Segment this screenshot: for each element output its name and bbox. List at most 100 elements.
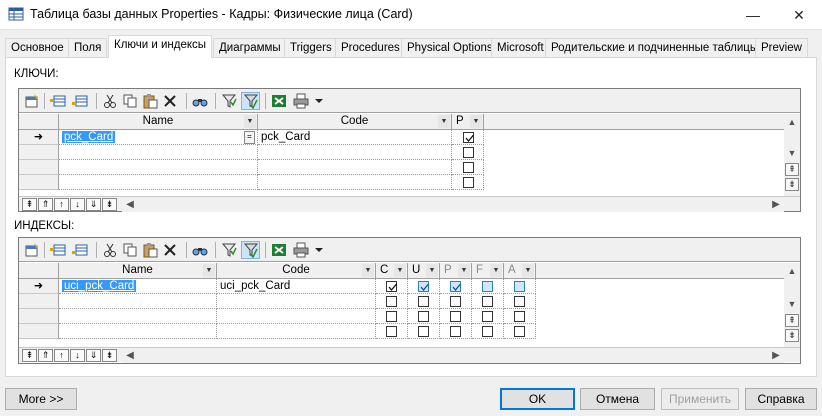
column-header-name[interactable]: Name ▼ — [59, 114, 258, 130]
apply-button[interactable]: Применить — [661, 388, 739, 410]
tab-physical-options[interactable]: Physical Options — [401, 38, 499, 57]
primary-checkbox[interactable] — [463, 147, 474, 158]
print-icon[interactable] — [293, 93, 309, 109]
column-header-code[interactable]: Code ▼ — [217, 263, 376, 279]
row-pointer-icon[interactable]: ➜ — [19, 279, 59, 294]
row-pointer-icon[interactable]: ➜ — [19, 130, 59, 145]
key-code-cell[interactable]: pck_Card — [258, 130, 452, 145]
insert-row-icon[interactable] — [72, 93, 88, 109]
help-button[interactable]: Справка — [745, 388, 817, 410]
column-header-p[interactable]: P ▼ — [440, 263, 472, 279]
column-dropdown-icon[interactable]: ▼ — [362, 264, 374, 277]
keys-horizontal-scrollbar[interactable]: ◀ ▶ — [122, 197, 784, 212]
tab-preview[interactable]: Preview — [755, 38, 808, 57]
copy-icon[interactable] — [122, 242, 138, 258]
move-bottom-icon[interactable]: ⇟ — [785, 178, 799, 191]
alternate-key-checkbox[interactable] — [514, 326, 525, 337]
row-header[interactable] — [19, 294, 59, 309]
indexes-horizontal-scrollbar[interactable]: ◀ ▶ — [122, 348, 784, 363]
key-name-cell[interactable] — [59, 145, 258, 160]
properties-icon[interactable] — [24, 242, 40, 258]
tab-procedures[interactable]: Procedures — [335, 38, 406, 57]
paste-icon[interactable] — [142, 93, 158, 109]
alternate-key-checkbox[interactable] — [514, 281, 525, 292]
column-header-f[interactable]: F ▼ — [472, 263, 504, 279]
scroll-right-arrow-icon[interactable]: ▶ — [768, 348, 784, 363]
dropdown-arrow-icon[interactable] — [311, 93, 327, 109]
alternate-key-checkbox[interactable] — [514, 296, 525, 307]
row-header[interactable] — [19, 145, 59, 160]
minimize-button[interactable]: — — [730, 0, 776, 30]
cluster-checkbox[interactable] — [386, 326, 397, 337]
ok-button[interactable]: OK — [500, 388, 575, 410]
cluster-checkbox[interactable] — [386, 296, 397, 307]
move-page-down-icon[interactable]: ⇓ — [86, 349, 101, 362]
find-icon[interactable] — [192, 242, 208, 258]
move-bottom-icon[interactable]: ⇟ — [785, 329, 799, 342]
index-name-cell[interactable] — [59, 324, 217, 339]
key-name-combo-button[interactable]: = — [244, 131, 255, 144]
scroll-up-arrow-icon[interactable]: ▲ — [784, 114, 800, 130]
index-code-cell[interactable] — [217, 324, 376, 339]
move-up-icon[interactable]: ↑ — [54, 198, 69, 211]
column-header-u[interactable]: U ▼ — [408, 263, 440, 279]
excel-export-icon[interactable] — [271, 242, 287, 258]
key-name-cell[interactable]: pck_Card — [59, 130, 258, 145]
key-name-cell[interactable] — [59, 160, 258, 175]
tab-fields[interactable]: Поля — [68, 38, 108, 57]
key-code-cell[interactable] — [258, 160, 452, 175]
index-name-cell[interactable] — [59, 294, 217, 309]
move-top-icon[interactable]: ⇞ — [785, 163, 799, 176]
close-button[interactable]: ✕ — [776, 0, 822, 30]
column-dropdown-icon[interactable]: ▼ — [438, 115, 450, 128]
scroll-left-arrow-icon[interactable]: ◀ — [122, 197, 138, 212]
unique-checkbox[interactable] — [418, 296, 429, 307]
key-code-cell[interactable] — [258, 175, 452, 190]
primary-checkbox[interactable] — [463, 162, 474, 173]
column-dropdown-icon[interactable]: ▼ — [203, 264, 215, 277]
column-dropdown-icon[interactable]: ▼ — [458, 264, 470, 277]
alternate-key-checkbox[interactable] — [514, 311, 525, 322]
delete-icon[interactable] — [162, 242, 178, 258]
tab-keys-indexes[interactable]: Ключи и индексы — [108, 35, 213, 58]
cluster-checkbox[interactable] — [386, 281, 397, 292]
customize-columns-toggle[interactable] — [241, 92, 260, 110]
move-page-up-icon[interactable]: ⇑ — [38, 198, 53, 211]
column-header-name[interactable]: Name ▼ — [59, 263, 217, 279]
foreign-key-checkbox[interactable] — [482, 326, 493, 337]
dropdown-arrow-icon[interactable] — [311, 242, 327, 258]
add-row-icon[interactable] — [50, 93, 66, 109]
cancel-button[interactable]: Отмена — [580, 388, 655, 410]
unique-checkbox[interactable] — [418, 326, 429, 337]
add-row-icon[interactable] — [50, 242, 66, 258]
move-down-icon[interactable]: ↓ — [70, 198, 85, 211]
primary-checkbox[interactable] — [450, 311, 461, 322]
primary-checkbox[interactable] — [450, 326, 461, 337]
cluster-checkbox[interactable] — [386, 311, 397, 322]
column-header-code[interactable]: Code ▼ — [258, 114, 452, 130]
cut-icon[interactable] — [102, 93, 118, 109]
customize-columns-toggle[interactable] — [241, 241, 260, 259]
move-up-icon[interactable]: ↑ — [54, 349, 69, 362]
key-code-cell[interactable] — [258, 145, 452, 160]
primary-checkbox[interactable] — [450, 281, 461, 292]
foreign-key-checkbox[interactable] — [482, 296, 493, 307]
tab-general[interactable]: Основное — [5, 38, 70, 57]
scroll-left-arrow-icon[interactable]: ◀ — [122, 348, 138, 363]
tab-parent-child[interactable]: Родительские и подчиненные таблицы — [545, 38, 765, 57]
insert-row-icon[interactable] — [72, 242, 88, 258]
column-dropdown-icon[interactable]: ▼ — [490, 264, 502, 277]
move-first-icon[interactable]: ⇞ — [22, 198, 37, 211]
column-header-a[interactable]: A ▼ — [504, 263, 536, 279]
properties-icon[interactable] — [24, 93, 40, 109]
index-name-cell[interactable] — [59, 309, 217, 324]
move-page-down-icon[interactable]: ⇓ — [86, 198, 101, 211]
primary-checkbox[interactable] — [463, 132, 474, 143]
key-name-value[interactable]: pck_Card — [62, 131, 116, 143]
column-dropdown-icon[interactable]: ▼ — [426, 264, 438, 277]
column-dropdown-icon[interactable]: ▼ — [244, 115, 256, 128]
column-header-c[interactable]: C ▼ — [376, 263, 408, 279]
index-code-cell[interactable] — [217, 294, 376, 309]
primary-checkbox[interactable] — [450, 296, 461, 307]
excel-export-icon[interactable] — [271, 93, 287, 109]
